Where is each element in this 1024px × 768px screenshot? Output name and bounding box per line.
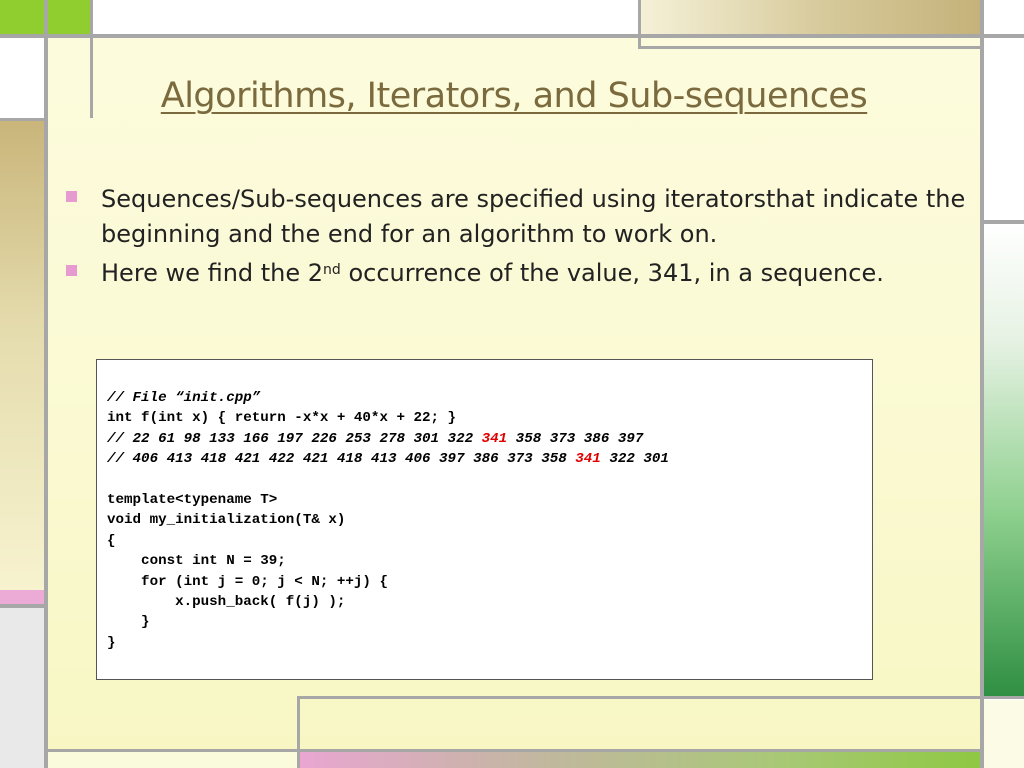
square-bullet-icon xyxy=(66,265,77,276)
code-comment-file: // File “init.cpp” xyxy=(107,390,261,406)
frame-line xyxy=(0,118,48,121)
code-text: 358 373 386 397 xyxy=(507,430,644,447)
frame-line xyxy=(297,696,300,768)
code-inner-close: } xyxy=(107,614,150,631)
bullet-item: Sequences/Sub-sequences are specified us… xyxy=(66,182,966,252)
code-open-brace: { xyxy=(107,532,116,549)
highlighted-value: 341 xyxy=(481,430,508,447)
bullet-item: Here we find the 2nd occurrence of the v… xyxy=(66,256,966,291)
code-template-line: template<typename T> xyxy=(107,491,278,508)
frame-line xyxy=(44,749,984,752)
decor-white-corner xyxy=(984,0,1024,220)
highlighted-value: 341 xyxy=(575,451,601,468)
decor-pink-strip xyxy=(0,590,44,604)
slide-title: Algorithms, Iterators, and Sub-sequences xyxy=(160,76,868,116)
code-function-def: int f(int x) { return -x*x + 40*x + 22; … xyxy=(107,410,457,427)
bullet-text-before: Here we find the 2 xyxy=(101,259,324,287)
decor-green-sidebar xyxy=(984,224,1024,696)
decor-tan-sidebar xyxy=(0,120,44,590)
code-void-line: void my_initialization(T& x) xyxy=(107,512,346,529)
frame-line xyxy=(984,220,1024,224)
bullet-text-after: occurrence of the value, 341, in a seque… xyxy=(340,259,884,287)
code-text: // 22 61 98 133 166 197 226 253 278 301 … xyxy=(107,430,482,447)
code-block: // File “init.cpp” int f(int x) { return… xyxy=(96,359,873,680)
code-sequence-comment-2: // 406 413 418 421 422 421 418 413 406 3… xyxy=(107,449,872,469)
bullet-list: Sequences/Sub-sequences are specified us… xyxy=(66,182,966,295)
square-bullet-icon xyxy=(66,191,77,202)
frame-line xyxy=(300,696,1024,699)
frame-line xyxy=(980,0,984,768)
decor-yellow-corner xyxy=(984,700,1024,768)
code-sequence-comment-1: // 22 61 98 133 166 197 226 253 278 301 … xyxy=(107,429,872,449)
code-close-brace: } xyxy=(107,634,116,651)
code-text: 322 301 xyxy=(600,451,669,468)
bullet-text: Sequences/Sub-sequences are specified us… xyxy=(101,185,966,248)
code-for-line: for (int j = 0; j < N; ++j) { xyxy=(107,573,388,590)
frame-line xyxy=(640,46,984,49)
decor-tan-topbar xyxy=(640,0,980,34)
frame-line xyxy=(0,604,44,608)
decor-bottom-gradient xyxy=(300,752,980,768)
code-const-line: const int N = 39; xyxy=(107,553,286,570)
frame-line xyxy=(638,0,641,49)
frame-line xyxy=(0,34,1024,38)
ordinal-superscript: nd xyxy=(323,262,341,278)
decor-lightgray-block xyxy=(0,608,44,768)
decor-bottom-yellow xyxy=(48,752,298,768)
decor-white-block xyxy=(0,38,44,118)
code-push-line: x.push_back( f(j) ); xyxy=(107,593,346,610)
code-text: // 406 413 418 421 422 421 418 413 406 3… xyxy=(107,451,576,468)
